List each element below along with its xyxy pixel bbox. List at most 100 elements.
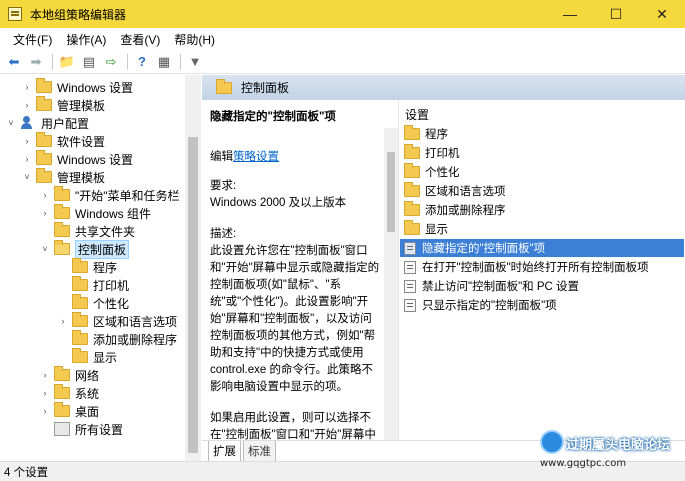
minimize-button[interactable]: — (547, 0, 593, 28)
settings-item-label: 区域和语言选项 (425, 186, 506, 198)
watermark-site-name: 过期屬头电脑论坛 (566, 437, 671, 452)
folder-icon (36, 150, 52, 165)
watermark-logo-icon (540, 430, 564, 454)
policy-row-always-open-all-items[interactable]: 在打开"控制面板"时始终打开所有控制面板项 (400, 258, 684, 276)
tree-item-label: Windows 设置 (57, 152, 134, 167)
tree-scrollbar-thumb[interactable] (188, 137, 198, 453)
expand-arrow-icon[interactable]: › (40, 388, 50, 398)
policy-title: 隐藏指定的"控制面板"项 (210, 111, 336, 123)
settings-folder-display[interactable]: 显示 (400, 220, 684, 238)
expand-arrow-icon[interactable]: › (58, 316, 68, 326)
policy-label: 禁止访问"控制面板"和 PC 设置 (422, 281, 580, 293)
tree-item-printers[interactable]: 打印机 (58, 276, 129, 294)
expand-arrow-icon[interactable]: › (22, 136, 32, 146)
settings-folder-personalization[interactable]: 个性化 (400, 163, 684, 181)
folder-icon (54, 186, 70, 201)
tree-item-user-admin-templates[interactable]: ˅ 管理模板 (22, 168, 105, 186)
tree-scrollbar[interactable] (185, 75, 201, 461)
tree-item-label: Windows 组件 (75, 206, 152, 221)
tab-standard[interactable]: 标准 (243, 441, 276, 462)
tree-item-add-remove-programs[interactable]: 添加或删除程序 (58, 330, 177, 348)
menu-view[interactable]: 查看(V) (113, 31, 167, 48)
expand-arrow-icon[interactable]: › (22, 82, 32, 92)
settings-folder-add-remove-programs[interactable]: 添加或删除程序 (400, 201, 684, 219)
toolbar: ⬅ ➡ 📁 ▤ ⇨ ? ▦ ▼ (0, 50, 685, 74)
tree-item-system[interactable]: › 系统 (40, 384, 99, 402)
expand-arrow-icon[interactable]: › (40, 370, 50, 380)
collapse-arrow-icon[interactable]: ˅ (6, 118, 16, 128)
expand-arrow-icon[interactable]: › (40, 406, 50, 416)
menu-help[interactable]: 帮助(H) (167, 31, 222, 48)
up-folder-icon[interactable]: 📁 (57, 52, 77, 72)
tree-item-network[interactable]: › 网络 (40, 366, 99, 384)
policy-row-prohibit-access[interactable]: 禁止访问"控制面板"和 PC 设置 (400, 277, 684, 295)
folder-icon (36, 168, 52, 183)
export-list-icon[interactable]: ⇨ (101, 52, 121, 72)
edit-policy-line: 编辑策略设置 (210, 148, 398, 164)
edit-policy-link[interactable]: 策略设置 (233, 151, 279, 163)
content-header: 控制面板 (202, 75, 685, 100)
window-title: 本地组策略编辑器 (30, 7, 127, 22)
tree-item-shared-folders[interactable]: 共享文件夹 (40, 222, 135, 240)
show-hide-tree-icon[interactable]: ▤ (79, 52, 99, 72)
expand-arrow-icon[interactable]: › (40, 190, 50, 200)
window-controls: — ☐ ✕ (547, 0, 685, 28)
tree-item-software-settings[interactable]: › 软件设置 (22, 132, 105, 150)
tree-item-regional-language[interactable]: › 区域和语言选项 (58, 312, 177, 330)
help-icon[interactable]: ? (132, 52, 152, 72)
filter-icon[interactable]: ▼ (185, 52, 205, 72)
tree-item-all-settings[interactable]: 所有设置 (40, 420, 123, 438)
tree-item-control-panel[interactable]: ˅ 控制面板 (40, 239, 130, 259)
settings-column-header[interactable]: 设置 (405, 106, 429, 123)
tree-item-display[interactable]: 显示 (58, 348, 117, 366)
policy-row-show-only-specified[interactable]: 只显示指定的"控制面板"项 (400, 296, 684, 314)
settings-folder-regional-language[interactable]: 区域和语言选项 (400, 182, 684, 200)
tree-item-personalization[interactable]: 个性化 (58, 294, 129, 312)
collapse-arrow-icon[interactable]: ˅ (40, 244, 50, 254)
expand-arrow-icon[interactable]: › (22, 100, 32, 110)
menu-action[interactable]: 操作(A) (59, 31, 113, 48)
tree-item-desktop[interactable]: › 桌面 (40, 402, 99, 420)
description-scrollbar-thumb[interactable] (387, 152, 395, 232)
tree-item-windows-components[interactable]: › Windows 组件 (40, 204, 151, 222)
policy-label: 只显示指定的"控制面板"项 (422, 300, 557, 312)
maximize-button[interactable]: ☐ (593, 0, 639, 28)
tree-item-label: 用户配置 (41, 116, 90, 131)
close-button[interactable]: ✕ (639, 0, 685, 28)
tree-item-label: Windows 设置 (57, 80, 134, 95)
tree-item-computer-windows-settings[interactable]: › Windows 设置 (22, 78, 133, 96)
tree-item-programs[interactable]: 程序 (58, 258, 117, 276)
settings-folder-programs[interactable]: 程序 (400, 125, 684, 143)
tree-item-label: 软件设置 (57, 134, 106, 149)
content-header-title: 控制面板 (241, 81, 290, 95)
folder-icon (54, 366, 70, 381)
tab-extended[interactable]: 扩展 (208, 441, 241, 462)
tree-item-computer-admin-templates[interactable]: › 管理模板 (22, 96, 105, 114)
title-bar: 本地组策略编辑器 — ☐ ✕ (0, 0, 685, 28)
forward-arrow-icon[interactable]: ➡ (26, 52, 46, 72)
folder-icon (404, 144, 420, 159)
tree-item-label: 系统 (75, 386, 100, 401)
settings-item-label: 显示 (425, 224, 448, 236)
settings-item-label: 打印机 (425, 148, 460, 160)
navigation-tree: › Windows 设置 › 管理模板 ˅ 用户配置 › 软件设置 › Wind… (0, 75, 201, 461)
expand-arrow-icon[interactable]: › (22, 154, 32, 164)
folder-icon (36, 132, 52, 147)
tree-item-user-windows-settings[interactable]: › Windows 设置 (22, 150, 133, 168)
policy-row-hide-specified-items[interactable]: 隐藏指定的"控制面板"项 (400, 239, 684, 257)
toolbar-separator (127, 53, 128, 70)
back-arrow-icon[interactable]: ⬅ (4, 52, 24, 72)
tree-item-user-configuration[interactable]: ˅ 用户配置 (6, 114, 89, 132)
tree-item-label: 网络 (75, 368, 100, 383)
folder-icon (404, 125, 420, 140)
menu-bar: 文件(F) 操作(A) 查看(V) 帮助(H) (0, 28, 685, 50)
expand-arrow-icon[interactable]: › (40, 208, 50, 218)
folder-icon (72, 312, 88, 327)
properties-icon[interactable]: ▦ (154, 52, 174, 72)
tree-item-start-menu-taskbar[interactable]: › "开始"菜单和任务栏 (40, 186, 180, 204)
collapse-arrow-icon[interactable]: ˅ (22, 172, 32, 182)
folder-icon (72, 294, 88, 309)
menu-file[interactable]: 文件(F) (6, 31, 59, 48)
description-scrollbar[interactable] (384, 128, 398, 440)
settings-folder-printers[interactable]: 打印机 (400, 144, 684, 162)
